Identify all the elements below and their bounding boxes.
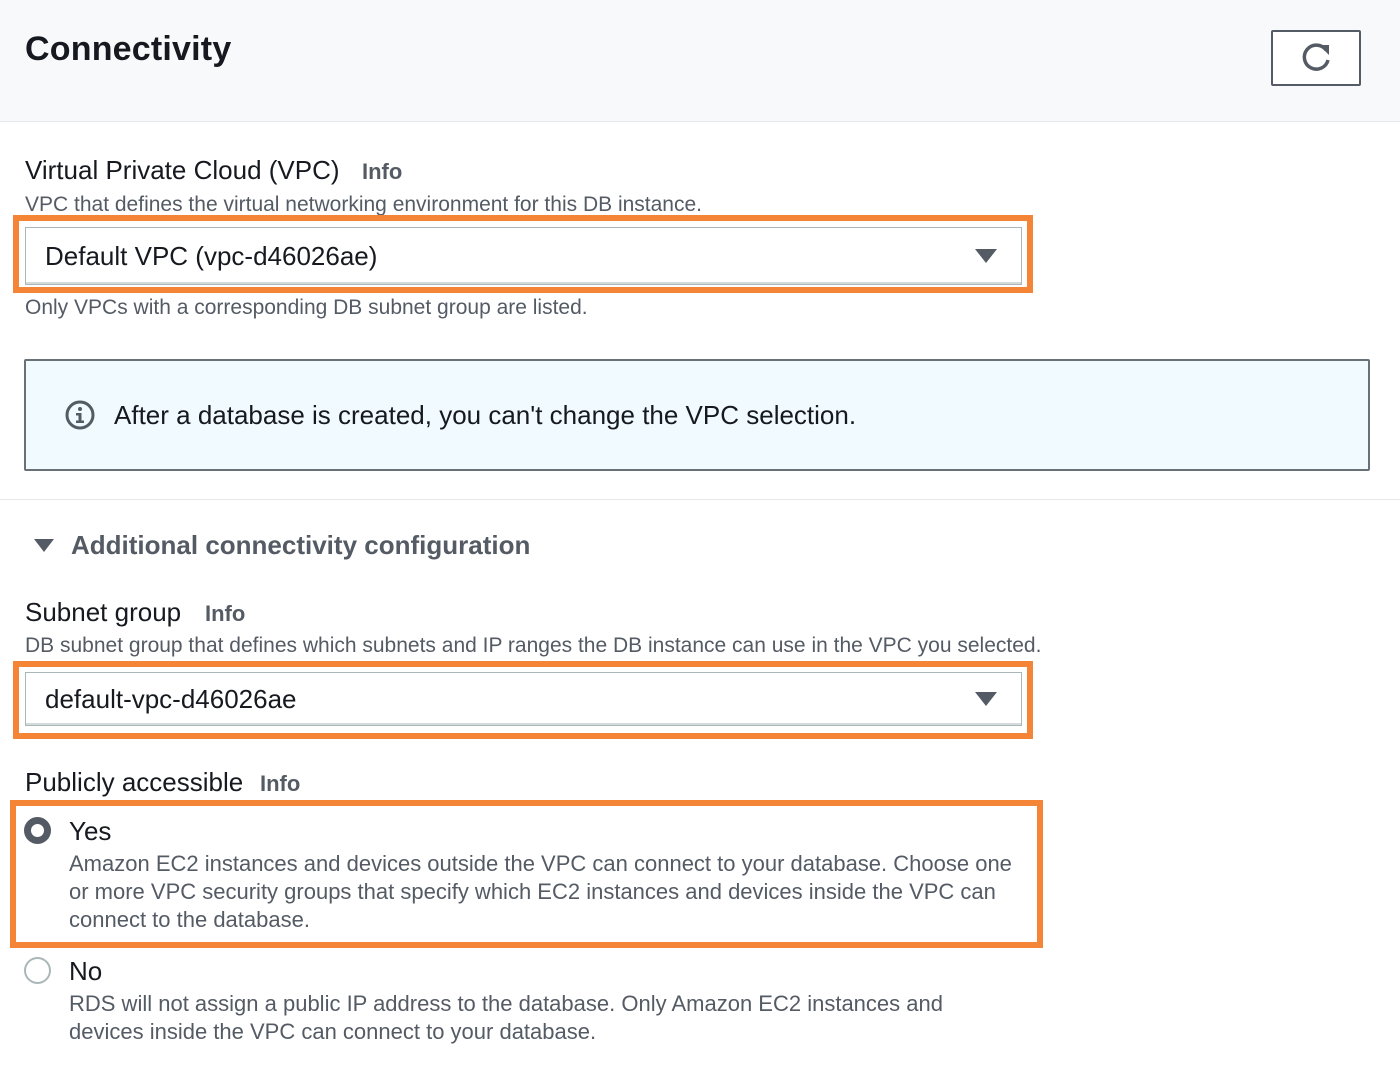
public-yes-desc-line: Amazon EC2 instances and devices outside… (69, 851, 1012, 876)
refresh-button[interactable] (1271, 30, 1361, 86)
public-no-description: RDS will not assign a public IP address … (69, 990, 1029, 1046)
subnet-info-link[interactable]: Info (205, 601, 245, 627)
vpc-description: VPC that defines the virtual networking … (25, 193, 703, 216)
section-divider (0, 499, 1400, 500)
additional-connectivity-label: Additional connectivity configuration (71, 530, 531, 560)
vpc-hint: Only VPCs with a corresponding DB subnet… (25, 296, 588, 319)
public-yes-desc-line: connect to the database. (69, 907, 310, 932)
section-header: Connectivity (0, 0, 1400, 122)
vpc-select-value: Default VPC (vpc-d46026ae) (45, 240, 378, 271)
info-circle-icon (64, 399, 96, 431)
subnet-select[interactable]: default-vpc-d46026ae (25, 672, 1022, 726)
subnet-label: Subnet group (25, 597, 182, 627)
info-alert: After a database is created, you can't c… (24, 359, 1370, 471)
public-no-desc-line: devices inside the VPC can connect to yo… (69, 1019, 597, 1044)
additional-connectivity-toggle[interactable]: Additional connectivity configuration (34, 530, 530, 561)
public-info-link[interactable]: Info (260, 771, 300, 797)
caret-down-icon (975, 249, 997, 263)
public-yes-description: Amazon EC2 instances and devices outside… (69, 850, 1029, 934)
public-no-desc-line: RDS will not assign a public IP address … (69, 991, 943, 1016)
public-no-radio[interactable] (24, 957, 51, 984)
public-yes-radio[interactable] (24, 817, 51, 844)
subnet-select-value: default-vpc-d46026ae (45, 683, 297, 714)
subnet-description: DB subnet group that defines which subne… (25, 634, 1042, 657)
public-yes-desc-line: or more VPC security groups that specify… (69, 879, 996, 904)
alert-text: After a database is created, you can't c… (114, 399, 857, 430)
public-label: Publicly accessible (25, 767, 244, 797)
page-title: Connectivity (25, 30, 232, 68)
caret-down-icon (975, 692, 997, 706)
public-no-label[interactable]: No (69, 956, 102, 987)
vpc-info-link[interactable]: Info (362, 159, 402, 185)
vpc-label: Virtual Private Cloud (VPC) (25, 155, 340, 185)
public-yes-label[interactable]: Yes (69, 816, 111, 847)
caret-down-icon (34, 539, 54, 552)
refresh-icon (1302, 43, 1330, 71)
vpc-select[interactable]: Default VPC (vpc-d46026ae) (25, 227, 1022, 285)
